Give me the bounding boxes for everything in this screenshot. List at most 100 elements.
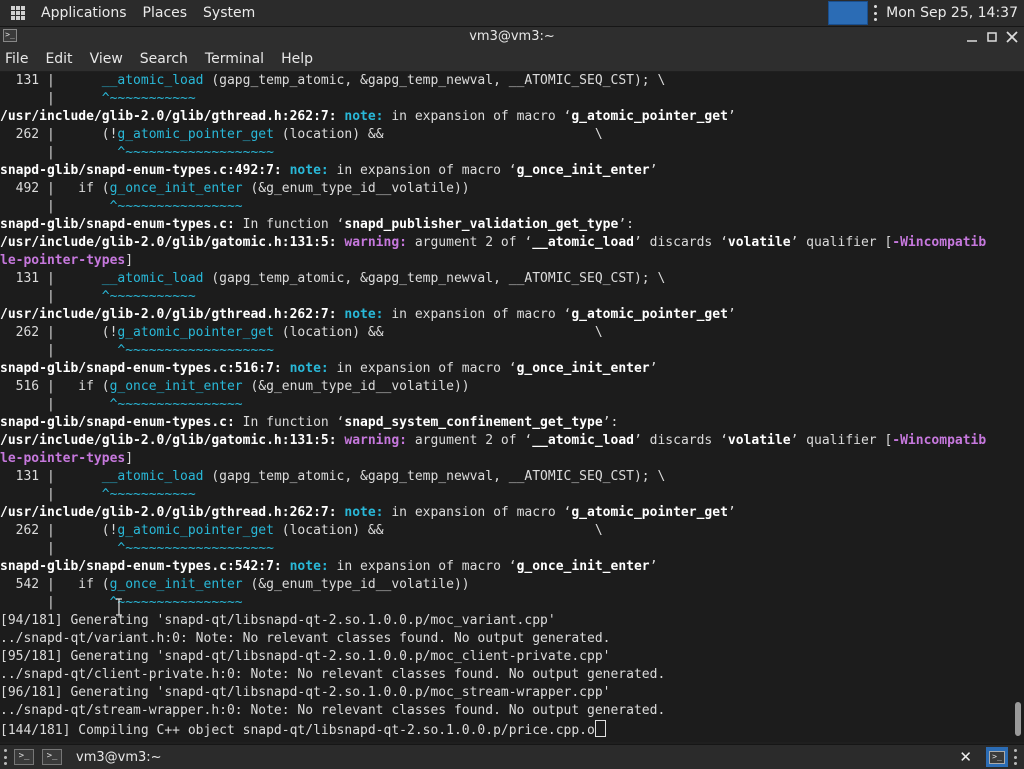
terminal-text-segment: (&g_enum_type_id__volatile)) bbox=[242, 577, 470, 592]
terminal-text-segment: snapd-glib/snapd-enum-types.c: bbox=[0, 415, 235, 430]
terminal-text-segment: warning: bbox=[344, 433, 407, 448]
terminal-text-segment: g_once_init_enter bbox=[109, 577, 243, 592]
active-terminal-launcher[interactable]: >_ bbox=[986, 747, 1008, 767]
taskbar-window-label[interactable]: vm3@vm3:~ bbox=[76, 750, 162, 765]
terminal-line: 262 | (!g_atomic_pointer_get (location) … bbox=[0, 126, 1010, 144]
menu-help[interactable]: Help bbox=[272, 47, 321, 71]
terminal-text-segment: __atomic_load bbox=[101, 73, 204, 88]
menu-view[interactable]: View bbox=[81, 47, 131, 71]
window-title: vm3@vm3:~ bbox=[469, 29, 555, 44]
terminal-text-segment: __atomic_load bbox=[532, 433, 634, 448]
terminal-text-segment: [94/181] Generating 'snapd-qt/libsnapd-q… bbox=[0, 613, 556, 628]
taskbar: >_ >_ vm3@vm3:~ ✕ >_ bbox=[0, 744, 1024, 769]
terminal-text-segment: snapd-glib/snapd-enum-types.c:542:7: bbox=[0, 559, 290, 574]
terminal-text-segment: snapd-glib/snapd-enum-types.c: bbox=[0, 217, 235, 232]
terminal-text-segment: snapd_system_confinement_get_type bbox=[344, 415, 603, 430]
close-icon[interactable] bbox=[1004, 29, 1020, 45]
terminal-text-segment: snapd-glib/snapd-enum-types.c:516:7: bbox=[0, 361, 290, 376]
panel-menu-places[interactable]: Places bbox=[135, 0, 196, 26]
menu-terminal[interactable]: Terminal bbox=[196, 47, 272, 71]
taskbar-handle-icon bbox=[4, 749, 8, 765]
apps-grid-icon[interactable] bbox=[11, 6, 25, 20]
terminal-text-segment: | bbox=[0, 487, 102, 502]
scrollbar-thumb[interactable] bbox=[1015, 702, 1021, 736]
terminal-text-segment: ’ bbox=[727, 505, 736, 520]
minimize-icon[interactable] bbox=[964, 29, 980, 45]
terminal-text-segment: (location) && \ bbox=[273, 127, 603, 142]
show-desktop-icon[interactable]: >_ bbox=[14, 749, 34, 765]
panel-menu-system[interactable]: System bbox=[195, 0, 263, 26]
terminal-text-segment: 262 | (! bbox=[0, 127, 118, 142]
terminal-text-segment: in expansion of macro ‘ bbox=[383, 505, 572, 520]
terminal-text-segment: | bbox=[0, 91, 102, 106]
terminal-text-segment: In function ‘ bbox=[234, 217, 345, 232]
terminal-text-segment: g_atomic_pointer_get bbox=[117, 127, 274, 142]
terminal-text-segment: __atomic_load bbox=[532, 235, 634, 250]
terminal-text-segment: ../snapd-qt/variant.h:0: Note: No releva… bbox=[0, 631, 611, 646]
terminal-text-segment: warning: bbox=[344, 235, 407, 250]
terminal-text-segment: le-pointer-types bbox=[0, 253, 126, 268]
terminal-line: /usr/include/glib-2.0/glib/gatomic.h:131… bbox=[0, 432, 1010, 450]
terminal-text-segment: | bbox=[0, 145, 118, 160]
terminal-text-segment: g_once_init_enter bbox=[516, 361, 650, 376]
terminal-text-segment: ’ qualifier [ bbox=[790, 433, 893, 448]
panel-handle-icon bbox=[874, 5, 878, 21]
terminal-text-segment: ^~~~~~~~~~~~~~~~~~~~ bbox=[117, 145, 274, 160]
terminal-text-segment: /usr/include/glib-2.0/glib/gthread.h:262… bbox=[0, 109, 345, 124]
window-titlebar[interactable]: >_ vm3@vm3:~ bbox=[0, 27, 1024, 47]
terminal-text-segment: (location) && \ bbox=[273, 523, 603, 538]
terminal-text-segment: (&g_enum_type_id__volatile)) bbox=[242, 379, 470, 394]
terminal-line: [94/181] Generating 'snapd-qt/libsnapd-q… bbox=[0, 612, 1010, 630]
terminal-line: 131 | __atomic_load (gapg_temp_atomic, &… bbox=[0, 72, 1010, 90]
terminal-line: | ^~~~~~~~~~~~~~~~~~~~ bbox=[0, 540, 1010, 558]
terminal-text-segment: (gapg_temp_atomic, &gapg_temp_newval, __… bbox=[203, 271, 666, 286]
terminal-text-segment: in expansion of macro ‘ bbox=[328, 163, 517, 178]
terminal-text-segment: in expansion of macro ‘ bbox=[383, 307, 572, 322]
terminal-text-segment: In function ‘ bbox=[234, 415, 345, 430]
terminal-line: 131 | __atomic_load (gapg_temp_atomic, &… bbox=[0, 270, 1010, 288]
terminal-text-segment: /usr/include/glib-2.0/glib/gatomic.h:131… bbox=[0, 433, 345, 448]
terminal-output[interactable]: 131 | __atomic_load (gapg_temp_atomic, &… bbox=[0, 72, 1010, 742]
terminal-text-segment: ’ discards ‘ bbox=[633, 433, 728, 448]
terminal-text-segment: 131 | bbox=[0, 469, 102, 484]
terminal-line: [144/181] Compiling C++ object snapd-qt/… bbox=[0, 720, 1010, 738]
menu-search[interactable]: Search bbox=[131, 47, 196, 71]
clock[interactable]: Mon Sep 25, 14:37 bbox=[886, 5, 1018, 21]
terminal-line: 492 | if (g_once_init_enter (&g_enum_typ… bbox=[0, 180, 1010, 198]
terminal-line: | ^~~~~~~~~~~~~~~~~~~~ bbox=[0, 342, 1010, 360]
terminal-text-segment: ’ bbox=[727, 307, 736, 322]
terminal-text-segment: (&g_enum_type_id__volatile)) bbox=[242, 181, 470, 196]
terminal-text-segment: ] bbox=[125, 451, 134, 466]
terminal-line: snapd-glib/snapd-enum-types.c: In functi… bbox=[0, 216, 1010, 234]
terminal-launcher-icon: >_ bbox=[989, 750, 1005, 764]
menu-edit[interactable]: Edit bbox=[36, 47, 80, 71]
terminal-text-segment: | bbox=[0, 397, 110, 412]
terminal-line: le-pointer-types] bbox=[0, 450, 1010, 468]
terminal-text-segment: /usr/include/glib-2.0/glib/gatomic.h:131… bbox=[0, 235, 345, 250]
terminal-text-segment: -Wincompatib bbox=[892, 433, 987, 448]
taskbar-terminal-icon[interactable]: >_ bbox=[42, 749, 62, 765]
terminal-text-segment: ../snapd-qt/stream-wrapper.h:0: Note: No… bbox=[0, 703, 666, 718]
terminal-line: /usr/include/glib-2.0/glib/gthread.h:262… bbox=[0, 306, 1010, 324]
terminal-text-segment: g_atomic_pointer_get bbox=[571, 109, 728, 124]
panel-menu-applications[interactable]: Applications bbox=[33, 0, 135, 26]
terminal-text-segment: note: bbox=[344, 505, 384, 520]
terminal-text-segment: ^~~~~~~~~~~~ bbox=[101, 487, 196, 502]
terminal-scrollbar[interactable] bbox=[1010, 72, 1024, 742]
terminal-line: ../snapd-qt/variant.h:0: Note: No releva… bbox=[0, 630, 1010, 648]
maximize-icon[interactable] bbox=[984, 29, 1000, 45]
terminal-text-segment: ’ discards ‘ bbox=[633, 235, 728, 250]
terminal-line: | ^~~~~~~~~~~~ bbox=[0, 90, 1010, 108]
terminal-text-segment: g_once_init_enter bbox=[109, 181, 243, 196]
ibeam-cursor-icon bbox=[116, 598, 122, 616]
terminal-text-segment: ^~~~~~~~~~~~~~~~~~~~ bbox=[117, 541, 274, 556]
workspace-switcher[interactable] bbox=[828, 1, 869, 25]
taskbar-close-icon[interactable]: ✕ bbox=[959, 748, 972, 766]
terminal-text-segment: __atomic_load bbox=[101, 469, 204, 484]
terminal-line: 516 | if (g_once_init_enter (&g_enum_typ… bbox=[0, 378, 1010, 396]
text-cursor bbox=[594, 720, 606, 737]
terminal-line: | ^~~~~~~~~~~~~~~~~ bbox=[0, 396, 1010, 414]
terminal-text-segment: le-pointer-types bbox=[0, 451, 126, 466]
terminal-text-segment: snapd-glib/snapd-enum-types.c:492:7: bbox=[0, 163, 290, 178]
menu-file[interactable]: File bbox=[0, 47, 36, 71]
